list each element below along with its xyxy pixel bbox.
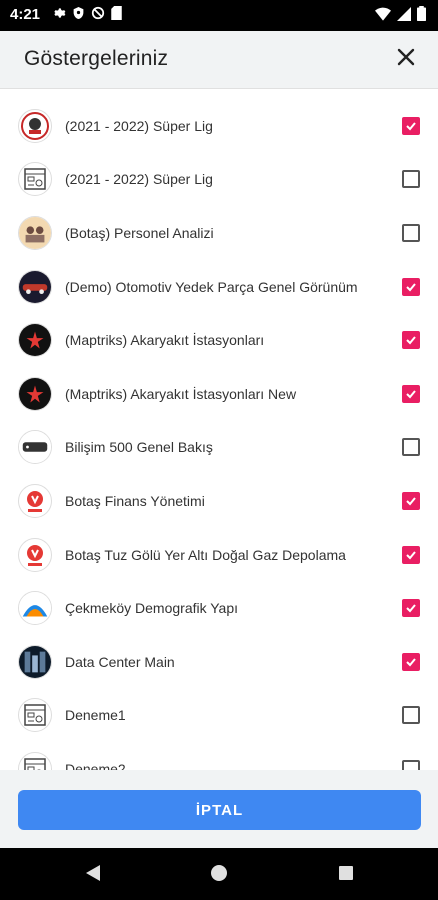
- shield-icon: [72, 6, 85, 20]
- list-item-checkbox[interactable]: [402, 599, 420, 618]
- list-item-label: (2021 - 2022) Süper Lig: [65, 171, 213, 188]
- city-logo-avatar: [18, 591, 52, 626]
- list-item-label: Data Center Main: [65, 653, 175, 670]
- home-button[interactable]: [208, 864, 230, 886]
- sheet-footer: İPTAL: [0, 770, 438, 848]
- dashboard-selection-sheet: Göstergeleriniz (2021 - 2022) Süper Lig(…: [0, 31, 438, 848]
- sd-card-icon: [111, 6, 122, 20]
- list-item-checkbox[interactable]: [402, 545, 420, 564]
- list-item-checkbox[interactable]: [402, 384, 420, 403]
- check-icon: [406, 497, 416, 506]
- check-icon: [406, 604, 416, 613]
- list-item-checkbox[interactable]: [402, 331, 420, 350]
- dashboard-list[interactable]: (2021 - 2022) Süper Lig (2021 - 2022) Süp…: [0, 99, 438, 770]
- list-item-checkbox[interactable]: [402, 438, 420, 457]
- list-item-checkbox[interactable]: [402, 170, 420, 189]
- navigation-bar: [0, 848, 438, 900]
- check-icon: [406, 390, 416, 399]
- botas-logo-avatar: [18, 537, 52, 572]
- dashboard-logo-avatar: [18, 162, 52, 197]
- list-item-label: (Demo) Otomotiv Yedek Parça Genel Görünü…: [65, 278, 358, 295]
- list-item-label: Botaş Tuz Gölü Yer Altı Doğal Gaz Depola…: [65, 546, 346, 563]
- wifi-icon: [375, 7, 391, 21]
- list-item-label: Botaş Finans Yönetimi: [65, 492, 205, 509]
- check-icon: [406, 122, 416, 131]
- list-item[interactable]: Botaş Tuz Gölü Yer Altı Doğal Gaz Depola…: [0, 528, 438, 582]
- list-item-checkbox[interactable]: [402, 223, 420, 242]
- people-logo-avatar: [18, 215, 52, 250]
- list-item[interactable]: (2021 - 2022) Süper Lig: [0, 99, 438, 153]
- list-item-checkbox[interactable]: [402, 116, 420, 135]
- signal-icon: [397, 6, 411, 21]
- list-item[interactable]: Data Center Main: [0, 635, 438, 689]
- car-logo-avatar: [18, 269, 52, 304]
- back-icon: [85, 864, 101, 887]
- maptriks-logo-avatar: [18, 323, 52, 358]
- list-item[interactable]: (Botaş) Personel Analizi: [0, 206, 438, 260]
- list-item-label: (2021 - 2022) Süper Lig: [65, 117, 213, 134]
- list-item[interactable]: Bilişim 500 Genel Bakış: [0, 421, 438, 475]
- list-item[interactable]: (Maptriks) Akaryakıt İstasyonları New: [0, 367, 438, 421]
- list-item[interactable]: Botaş Finans Yönetimi: [0, 474, 438, 528]
- list-item-label: Deneme1: [65, 707, 126, 724]
- no-sync-icon: [91, 6, 105, 20]
- close-icon: [397, 48, 415, 71]
- list-item-checkbox[interactable]: [402, 491, 420, 510]
- sheet-header: Göstergeleriniz: [0, 31, 438, 89]
- list-item[interactable]: Çekmeköy Demografik Yapı: [0, 581, 438, 635]
- list-item-label: Bilişim 500 Genel Bakış: [65, 439, 213, 456]
- list-item-checkbox[interactable]: [402, 706, 420, 725]
- list-item[interactable]: Deneme2: [0, 742, 438, 770]
- status-icons-right: [375, 6, 426, 21]
- list-item[interactable]: Deneme1: [0, 689, 438, 743]
- cancel-button[interactable]: İPTAL: [18, 790, 421, 830]
- list-item-checkbox[interactable]: [402, 277, 420, 296]
- botas-logo-avatar: [18, 483, 52, 518]
- page-title: Göstergeleriniz: [24, 47, 169, 70]
- status-time: 4:21: [10, 6, 41, 23]
- maptriks-logo-avatar: [18, 376, 52, 411]
- battery-icon: [417, 6, 426, 21]
- dashboard-logo-avatar: [18, 698, 52, 733]
- check-icon: [406, 550, 416, 560]
- list-item[interactable]: (Demo) Otomotiv Yedek Parça Genel Görünü…: [0, 260, 438, 314]
- list-item-label: (Maptriks) Akaryakıt İstasyonları: [65, 332, 265, 349]
- recents-button[interactable]: [335, 864, 357, 886]
- list-item[interactable]: (2021 - 2022) Süper Lig: [0, 153, 438, 207]
- back-button[interactable]: [82, 864, 104, 886]
- list-item-checkbox[interactable]: [402, 652, 420, 671]
- home-icon: [210, 864, 228, 887]
- check-icon: [406, 336, 416, 345]
- list-item[interactable]: (Maptriks) Akaryakıt İstasyonları: [0, 313, 438, 367]
- status-bar: 4:21: [0, 0, 438, 31]
- dashboard-logo-avatar: [18, 751, 52, 770]
- check-icon: [406, 282, 416, 292]
- list-item-label: (Maptriks) Akaryakıt İstasyonları New: [65, 385, 297, 402]
- list-item-label: Deneme2: [65, 760, 126, 770]
- recents-icon: [338, 865, 354, 886]
- football-club-logo-avatar: [18, 108, 52, 143]
- server-logo-avatar: [18, 430, 52, 465]
- check-icon: [406, 658, 416, 667]
- list-item-label: (Botaş) Personel Analizi: [65, 224, 214, 241]
- gear-icon: [52, 6, 66, 20]
- datacenter-logo-avatar: [18, 644, 52, 679]
- list-item-label: Çekmeköy Demografik Yapı: [65, 600, 238, 617]
- status-icons-left: [52, 6, 122, 20]
- close-button[interactable]: [392, 45, 420, 73]
- list-item-checkbox[interactable]: [402, 759, 420, 770]
